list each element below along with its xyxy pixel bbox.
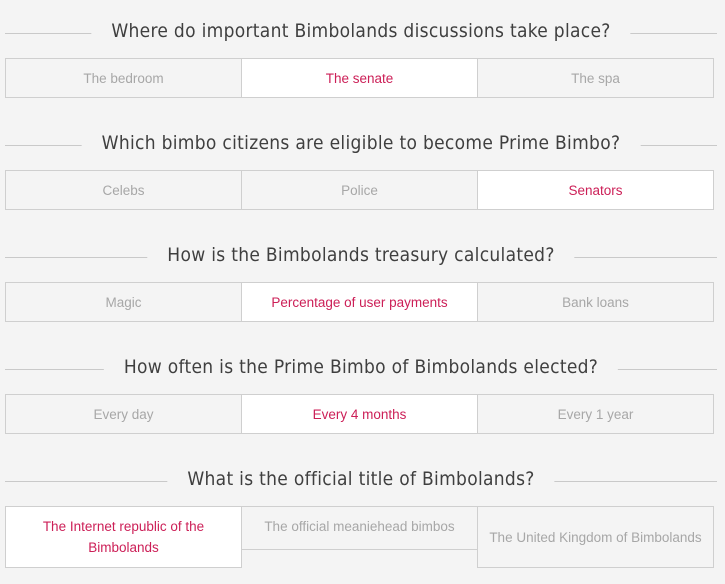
answer-options: Celebs Police Senators <box>5 170 717 210</box>
answer-option-bank-loans[interactable]: Bank loans <box>477 282 714 322</box>
answer-options: Every day Every 4 months Every 1 year <box>5 394 717 434</box>
question-1: Where do important Bimbolands discussion… <box>5 0 717 98</box>
question-text: Which bimbo citizens are eligible to bec… <box>81 129 641 157</box>
question-text: How is the Bimbolands treasury calculate… <box>147 241 575 269</box>
question-header: How often is the Prime Bimbo of Bimbolan… <box>5 336 717 394</box>
answer-options: Magic Percentage of user payments Bank l… <box>5 282 717 322</box>
answer-options: The bedroom The senate The spa <box>5 58 717 98</box>
answer-option-celebs[interactable]: Celebs <box>5 170 242 210</box>
answer-option-user-payments-selected[interactable]: Percentage of user payments <box>241 282 478 322</box>
question-header: Where do important Bimbolands discussion… <box>5 0 717 58</box>
quiz-container: Where do important Bimbolands discussion… <box>5 0 717 582</box>
answer-option-senators-selected[interactable]: Senators <box>477 170 714 210</box>
answer-option-police[interactable]: Police <box>241 170 478 210</box>
answer-option-internet-republic-selected[interactable]: The Internet republic of the Bimbolands <box>5 506 242 568</box>
question-header: What is the official title of Bimbolands… <box>5 448 717 506</box>
answer-option-meaniehead-bimbos[interactable]: The official meaniehead bimbos <box>241 506 478 550</box>
answer-option-senate-selected[interactable]: The senate <box>241 58 478 98</box>
answer-options: The Internet republic of the Bimbolands … <box>5 506 717 568</box>
answer-option-spa[interactable]: The spa <box>477 58 714 98</box>
question-text: How often is the Prime Bimbo of Bimbolan… <box>103 353 619 381</box>
question-3: How is the Bimbolands treasury calculate… <box>5 224 717 322</box>
answer-option-bedroom[interactable]: The bedroom <box>5 58 242 98</box>
answer-option-united-kingdom[interactable]: The United Kingdom of Bimbolands <box>477 506 714 568</box>
question-5: What is the official title of Bimbolands… <box>5 448 717 568</box>
answer-option-magic[interactable]: Magic <box>5 282 242 322</box>
answer-option-every-1-year[interactable]: Every 1 year <box>477 394 714 434</box>
question-header: Which bimbo citizens are eligible to bec… <box>5 112 717 170</box>
answer-option-every-4-months-selected[interactable]: Every 4 months <box>241 394 478 434</box>
question-4: How often is the Prime Bimbo of Bimbolan… <box>5 336 717 434</box>
answer-option-every-day[interactable]: Every day <box>5 394 242 434</box>
question-text: What is the official title of Bimbolands… <box>167 465 555 493</box>
question-header: How is the Bimbolands treasury calculate… <box>5 224 717 282</box>
question-2: Which bimbo citizens are eligible to bec… <box>5 112 717 210</box>
question-text: Where do important Bimbolands discussion… <box>91 17 631 45</box>
